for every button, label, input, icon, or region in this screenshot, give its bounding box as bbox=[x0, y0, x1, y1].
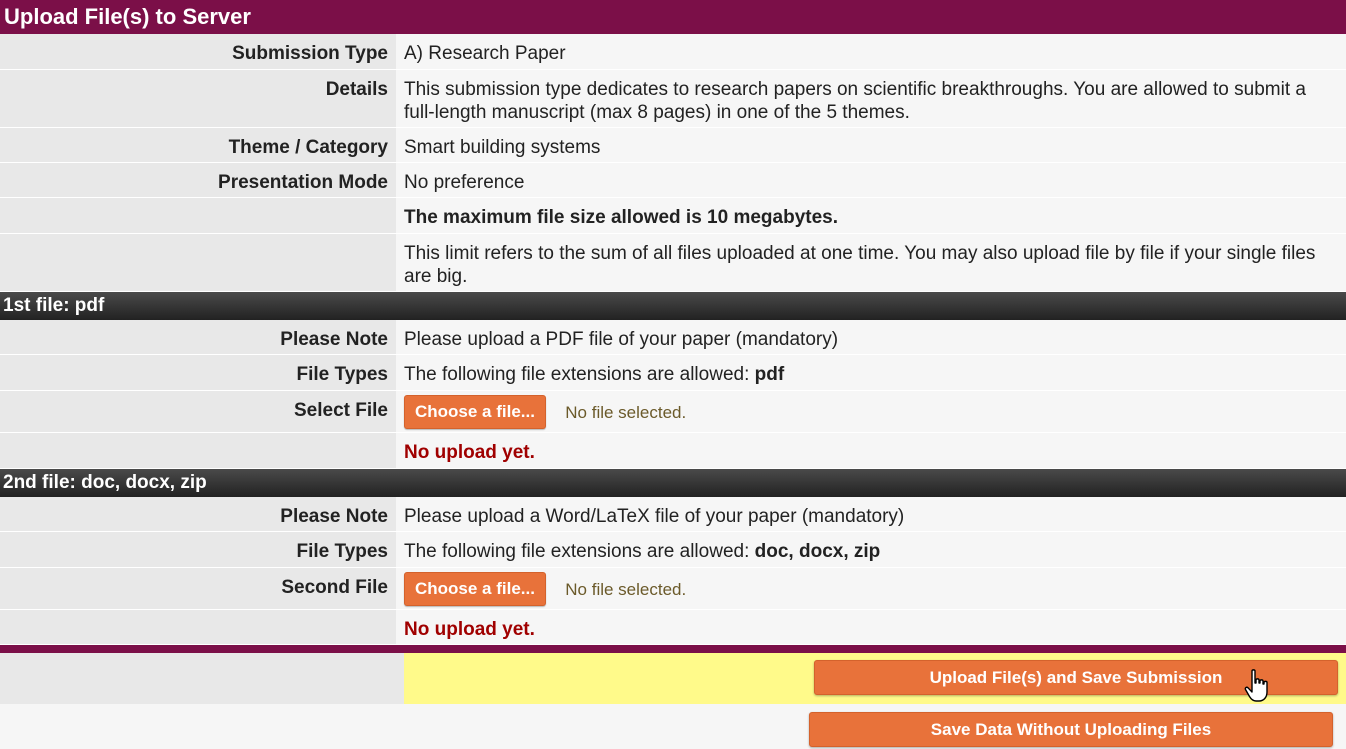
file2-note-label: Please Note bbox=[0, 497, 396, 531]
save-without-upload-button[interactable]: Save Data Without Uploading Files bbox=[809, 712, 1333, 747]
submission-type-value: A) Research Paper bbox=[396, 34, 1346, 69]
upload-page: Upload File(s) to Server Submission Type… bbox=[0, 0, 1346, 749]
action-row: Upload File(s) and Save Submission bbox=[0, 653, 1346, 704]
file2-upload-row: No upload yet. bbox=[0, 610, 1346, 645]
file2-types-ext: doc, docx, zip bbox=[754, 541, 881, 562]
file2-note-row: Please Note Please upload a Word/LaTeX f… bbox=[0, 497, 1346, 532]
file1-file-status: No file selected. bbox=[565, 402, 687, 422]
submission-type-label: Submission Type bbox=[0, 34, 396, 69]
file2-file-status: No file selected. bbox=[565, 579, 687, 599]
theme-row: Theme / Category Smart building systems bbox=[0, 128, 1346, 163]
file1-choose-button[interactable]: Choose a file... bbox=[404, 395, 546, 429]
file2-types-prefix: The following file extensions are allowe… bbox=[404, 541, 750, 562]
max-size-label-cell bbox=[0, 198, 396, 233]
file1-types-label: File Types bbox=[0, 355, 396, 390]
file1-select-row: Select File Choose a file... No file sel… bbox=[0, 391, 1346, 433]
file1-types-value: The following file extensions are allowe… bbox=[396, 355, 1346, 390]
file1-types-prefix: The following file extensions are allowe… bbox=[404, 364, 750, 385]
action-highlight-area: Upload File(s) and Save Submission bbox=[404, 653, 1346, 704]
file1-note-label: Please Note bbox=[0, 320, 396, 354]
secondary-action-row: Save Data Without Uploading Files bbox=[0, 704, 1346, 749]
theme-value: Smart building systems bbox=[396, 128, 1346, 162]
file1-select-cell: Choose a file... No file selected. bbox=[396, 391, 1346, 432]
hand-cursor-icon bbox=[1244, 669, 1268, 702]
file2-note-value: Please upload a Word/LaTeX file of your … bbox=[396, 497, 1346, 531]
presentation-row: Presentation Mode No preference bbox=[0, 163, 1346, 198]
presentation-value: No preference bbox=[396, 163, 1346, 197]
file1-upload-status: No upload yet. bbox=[396, 433, 1346, 468]
limit-row: This limit refers to the sum of all file… bbox=[0, 234, 1346, 292]
action-row-spacer bbox=[0, 653, 404, 704]
limit-text: This limit refers to the sum of all file… bbox=[396, 234, 1346, 291]
file2-upload-label-cell bbox=[0, 610, 396, 644]
file2-section-header: 2nd file: doc, docx, zip bbox=[0, 469, 1346, 497]
details-row: Details This submission type dedicates t… bbox=[0, 70, 1346, 128]
limit-label-cell bbox=[0, 234, 396, 291]
file1-select-label: Select File bbox=[0, 391, 396, 432]
file1-section-header: 1st file: pdf bbox=[0, 292, 1346, 320]
file1-upload-label-cell bbox=[0, 433, 396, 468]
details-value: This submission type dedicates to resear… bbox=[396, 70, 1346, 127]
max-size-text: The maximum file size allowed is 10 mega… bbox=[396, 198, 1346, 233]
section-divider bbox=[0, 645, 1346, 653]
file1-note-row: Please Note Please upload a PDF file of … bbox=[0, 320, 1346, 355]
file2-types-label: File Types bbox=[0, 532, 396, 567]
file2-select-row: Second File Choose a file... No file sel… bbox=[0, 568, 1346, 610]
file1-note-value: Please upload a PDF file of your paper (… bbox=[396, 320, 1346, 354]
file2-types-row: File Types The following file extensions… bbox=[0, 532, 1346, 568]
file2-types-value: The following file extensions are allowe… bbox=[396, 532, 1346, 567]
page-title: Upload File(s) to Server bbox=[0, 0, 1346, 34]
submission-type-row: Submission Type A) Research Paper bbox=[0, 34, 1346, 70]
file2-upload-status: No upload yet. bbox=[396, 610, 1346, 644]
file1-types-ext: pdf bbox=[754, 364, 785, 385]
file1-upload-row: No upload yet. bbox=[0, 433, 1346, 469]
presentation-label: Presentation Mode bbox=[0, 163, 396, 197]
details-label: Details bbox=[0, 70, 396, 127]
file2-choose-button[interactable]: Choose a file... bbox=[404, 572, 546, 606]
theme-label: Theme / Category bbox=[0, 128, 396, 162]
file2-select-label: Second File bbox=[0, 568, 396, 609]
max-size-row: The maximum file size allowed is 10 mega… bbox=[0, 198, 1346, 234]
file2-select-cell: Choose a file... No file selected. bbox=[396, 568, 1346, 609]
file1-types-row: File Types The following file extensions… bbox=[0, 355, 1346, 391]
